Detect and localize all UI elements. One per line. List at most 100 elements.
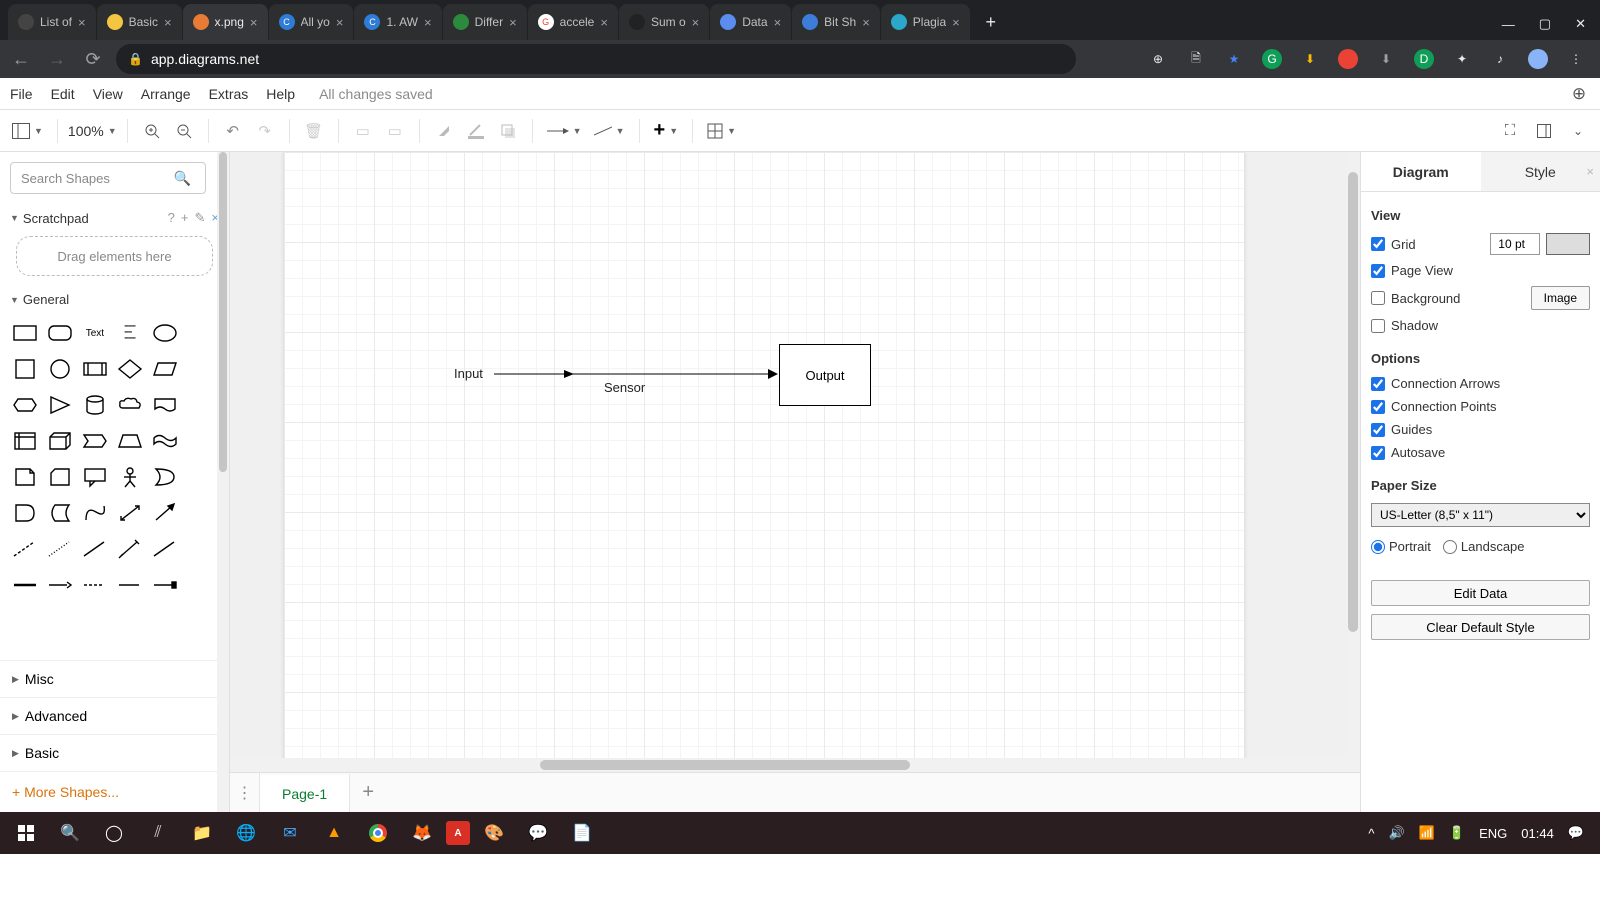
shadow-checkbox[interactable] <box>1371 319 1385 333</box>
to-back-button[interactable]: ▭ <box>381 117 409 145</box>
edge-label[interactable]: Sensor <box>604 380 645 395</box>
browser-tab-active[interactable]: x.png× <box>183 4 268 40</box>
shape-arrow[interactable] <box>151 499 180 527</box>
shape-link[interactable] <box>10 571 39 599</box>
edge-icon[interactable]: 🌐 <box>226 813 266 853</box>
menu-extras[interactable]: Extras <box>209 86 249 102</box>
taskbar-app[interactable]: ▲ <box>314 813 354 853</box>
add-icon[interactable]: + <box>181 210 189 226</box>
shape-hexagon[interactable] <box>10 391 39 419</box>
close-icon[interactable]: × <box>600 15 608 30</box>
shape-diamond[interactable] <box>115 355 144 383</box>
pageview-checkbox[interactable] <box>1371 264 1385 278</box>
shape-and[interactable] <box>10 499 39 527</box>
browser-tab[interactable]: Differ× <box>443 4 527 40</box>
redo-button[interactable]: ↷ <box>251 117 279 145</box>
ext-icon[interactable]: ⬇ <box>1376 49 1396 69</box>
scratchpad-header[interactable]: ▼Scratchpad ?+✎× <box>0 204 229 232</box>
shape-parallelogram[interactable] <box>151 355 180 383</box>
waypoint-dropdown[interactable]: ▼ <box>590 117 629 145</box>
tray-chevron-icon[interactable]: ^ <box>1368 826 1374 841</box>
shape-blank[interactable] <box>186 535 215 563</box>
browser-tab[interactable]: Sum o× <box>619 4 709 40</box>
reload-button[interactable]: ⟳ <box>80 46 106 72</box>
close-icon[interactable]: × <box>424 15 432 30</box>
line-color-button[interactable] <box>462 117 490 145</box>
insert-dropdown[interactable]: +▼ <box>650 117 683 145</box>
grid-color-swatch[interactable] <box>1546 233 1590 255</box>
close-icon[interactable]: × <box>862 15 870 30</box>
file-explorer-icon[interactable]: 📁 <box>182 813 222 853</box>
menu-arrange[interactable]: Arrange <box>141 86 191 102</box>
shape-internal-storage[interactable] <box>10 427 39 455</box>
shape-blank[interactable] <box>186 463 215 491</box>
shape-link-end[interactable] <box>151 571 180 599</box>
canvas-vscrollbar[interactable] <box>1346 152 1360 772</box>
shape-cloud[interactable] <box>115 391 144 419</box>
browser-tab[interactable]: CAll yo× <box>269 4 354 40</box>
tab-diagram[interactable]: Diagram <box>1361 152 1481 191</box>
shape-bidir-arrow[interactable] <box>115 499 144 527</box>
close-window-icon[interactable]: ✕ <box>1575 16 1586 32</box>
extensions-puzzle-icon[interactable]: ✦ <box>1452 49 1472 69</box>
browser-tab[interactable]: C1. AW× <box>354 4 441 40</box>
collapse-button[interactable]: ⌄ <box>1564 117 1592 145</box>
browser-tab[interactable]: Basic× <box>97 4 182 40</box>
shape-heading[interactable]: ━━━━━━━━ <box>115 319 144 347</box>
shape-step[interactable] <box>80 427 109 455</box>
close-icon[interactable]: × <box>78 15 86 30</box>
ext-icon[interactable]: G <box>1262 49 1282 69</box>
close-icon[interactable]: × <box>692 15 700 30</box>
to-front-button[interactable]: ▭ <box>349 117 377 145</box>
taskbar-app[interactable]: 🦊 <box>402 813 442 853</box>
shape-blank[interactable] <box>186 427 215 455</box>
menu-help[interactable]: Help <box>266 86 295 102</box>
connection-dropdown[interactable]: ▼ <box>543 117 586 145</box>
zoom-in-button[interactable] <box>138 117 166 145</box>
shape-dashed-line[interactable] <box>10 535 39 563</box>
shape-ellipse[interactable] <box>151 319 180 347</box>
clock[interactable]: 01:44 <box>1521 826 1554 841</box>
close-icon[interactable]: × <box>250 15 258 30</box>
ext-icon[interactable]: ⊕ <box>1148 49 1168 69</box>
shape-rounded-rect[interactable] <box>45 319 74 347</box>
word-icon[interactable]: 📄 <box>562 813 602 853</box>
shape-line-bidir[interactable] <box>115 535 144 563</box>
shape-line[interactable] <box>80 535 109 563</box>
grid-size-input[interactable] <box>1490 233 1540 255</box>
shape-rect[interactable] <box>10 319 39 347</box>
canvas-area[interactable]: ⋮ Input Sensor Output ⋮ Page-1 + <box>230 152 1360 812</box>
shape-note[interactable] <box>10 463 39 491</box>
taskbar-app[interactable]: 🎨 <box>474 813 514 853</box>
add-page-button[interactable]: + <box>350 781 386 804</box>
shape-blank[interactable] <box>186 355 215 383</box>
minimize-icon[interactable]: — <box>1502 17 1515 32</box>
category-basic[interactable]: ▶Basic <box>0 734 229 771</box>
shape-callout[interactable] <box>80 463 109 491</box>
table-dropdown[interactable]: ▼ <box>703 117 740 145</box>
address-bar[interactable]: 🔒 app.diagrams.net <box>116 44 1076 74</box>
fullscreen-button[interactable]: ⛶ <box>1496 117 1524 145</box>
shape-blank[interactable] <box>186 391 215 419</box>
ext-icon[interactable] <box>1338 49 1358 69</box>
back-button[interactable]: ← <box>8 46 34 72</box>
shape-circle[interactable] <box>45 355 74 383</box>
shape-blank[interactable] <box>186 499 215 527</box>
clear-style-button[interactable]: Clear Default Style <box>1371 614 1590 640</box>
chrome-menu-icon[interactable]: ⋮ <box>1566 49 1586 69</box>
close-icon[interactable]: × <box>164 15 172 30</box>
scratchpad-dropzone[interactable]: Drag elements here <box>16 236 213 276</box>
paper-size-select[interactable]: US-Letter (8,5" x 11") <box>1371 503 1590 527</box>
profile-avatar[interactable] <box>1528 49 1548 69</box>
ext-icon[interactable]: 🗎 <box>1186 49 1206 69</box>
shape-blank[interactable] <box>186 319 215 347</box>
general-header[interactable]: ▼General <box>0 286 229 313</box>
landscape-radio[interactable] <box>1443 540 1457 554</box>
search-icon[interactable]: 🔍 <box>50 813 90 853</box>
sidebar-toggle-button[interactable]: ▼ <box>8 117 47 145</box>
shape-actor[interactable] <box>115 463 144 491</box>
sidebar-scrollbar[interactable] <box>217 152 229 812</box>
category-advanced[interactable]: ▶Advanced <box>0 697 229 734</box>
shape-link-thin[interactable] <box>115 571 144 599</box>
close-icon[interactable]: × <box>774 15 782 30</box>
